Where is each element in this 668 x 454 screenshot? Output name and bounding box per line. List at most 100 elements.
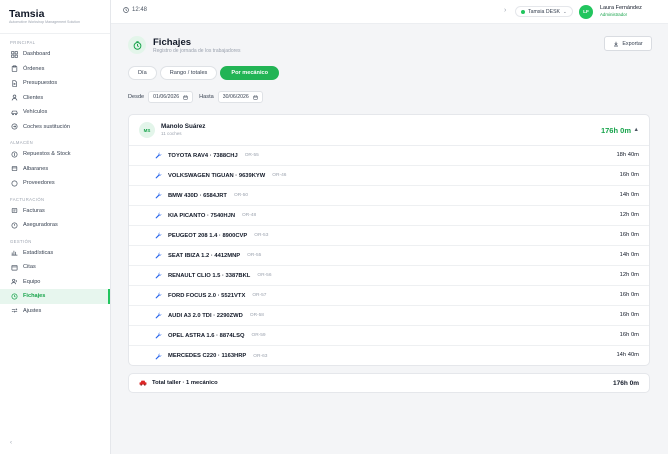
vehicle-name: TOYOTA RAV4 · 7388CHJ — [168, 152, 238, 159]
order-number: OR-55 — [244, 153, 259, 158]
tab-rango-totales[interactable]: Rango / totales — [159, 66, 218, 80]
sidebar-item-label: Dashboard — [23, 51, 51, 58]
sidebar-item-estadísticas[interactable]: Estadísticas — [0, 246, 110, 261]
vehicle-hours: 14h 0m — [619, 252, 639, 258]
sidebar-item-fichajes[interactable]: Fichajes — [0, 289, 110, 304]
sidebar-section-label: ALMACÉN — [10, 140, 34, 145]
vehicle-name: BMW 430D · 6584JRT — [168, 192, 227, 199]
vehicle-row[interactable]: TOYOTA RAV4 · 7388CHJ OR-55 18h 40m — [129, 146, 649, 166]
sidebar-item-label: Estadísticas — [23, 249, 54, 256]
vehicle-name: VOLKSWAGEN TIGUAN · 9639KYW — [168, 172, 266, 179]
fichajes-icon — [128, 36, 146, 54]
export-label: Exportar — [622, 40, 643, 47]
order-number: OR-57 — [252, 293, 267, 298]
brand: Tamsia Automotive Workshop Management So… — [0, 0, 110, 31]
calendar-icon — [183, 94, 188, 100]
vehicle-name: AUDI A3 2.0 TDI · 2290ZWD — [168, 312, 243, 319]
truck-icon — [10, 179, 18, 187]
sidebar-item-label: Órdenes — [23, 65, 45, 72]
view-tabs: Día Rango / totales Por mecánico — [128, 66, 282, 80]
sidebar-item-clientes[interactable]: Clientes — [0, 91, 110, 106]
chevron-up-icon[interactable]: ▲ — [634, 127, 639, 133]
vehicle-row[interactable]: BMW 430D · 6584JRT OR-50 14h 0m — [129, 186, 649, 206]
mechanic-name: Manolo Suárez — [161, 123, 206, 130]
avatar[interactable]: LF — [579, 5, 593, 19]
sidebar-item-label: Aseguradoras — [23, 222, 58, 229]
vehicle-name: SEAT IBIZA 1.2 · 4412MNP — [168, 252, 241, 259]
sidebar-item-label: Albaranes — [23, 165, 49, 172]
vehicle-hours: 12h 0m — [619, 212, 639, 218]
sidebar-item-ajustes[interactable]: Ajustes — [0, 304, 110, 319]
user-role: Administrador — [600, 12, 628, 17]
user-info[interactable]: Laura Fernández Administrador — [600, 5, 642, 18]
order-number: OR-53 — [254, 233, 269, 238]
download-icon — [614, 41, 619, 46]
sidebar-item-albaranes[interactable]: Albaranes — [0, 162, 110, 177]
tab-por-mecanico[interactable]: Por mecánico — [220, 66, 280, 80]
vehicle-row[interactable]: MERCEDES C220 · 1163HRP OR-63 14h 40m — [129, 346, 649, 365]
vehicle-row[interactable]: OPEL ASTRA 1.6 · 8874LSQ OR-59 16h 0m — [129, 326, 649, 346]
to-date-field[interactable]: 30/06/2026 — [217, 91, 263, 103]
sidebar-item-repuestos-stock[interactable]: Repuestos & Stock — [0, 147, 110, 162]
vehicle-row[interactable]: AUDI A3 2.0 TDI · 2290ZWD OR-58 16h 0m — [129, 306, 649, 326]
export-button[interactable]: Exportar — [604, 36, 652, 51]
sidebar-item-dashboard[interactable]: Dashboard — [0, 47, 110, 62]
shield-icon — [10, 221, 18, 229]
tab-dia[interactable]: Día — [128, 66, 157, 80]
vehicle-name: OPEL ASTRA 1.6 · 8874LSQ — [168, 332, 245, 339]
sidebar-item-label: Proveedores — [23, 180, 55, 187]
user-name: Laura Fernández — [600, 5, 642, 11]
chevron-right-icon[interactable]: › — [504, 7, 506, 14]
clock: 12:48 — [123, 7, 147, 13]
sidebar-item-label: Coches sustitución — [23, 123, 70, 130]
swap-icon — [10, 123, 18, 131]
vehicle-row[interactable]: SEAT IBIZA 1.2 · 4412MNP OR-55 14h 0m — [129, 246, 649, 266]
vehicle-row[interactable]: KIA PICANTO · 7540HJN OR-48 12h 0m — [129, 206, 649, 226]
sidebar-item-equipo[interactable]: Equipo — [0, 275, 110, 290]
vehicle-name: KIA PICANTO · 7540HJN — [168, 212, 236, 219]
sidebar-item-label: Vehículos — [23, 109, 48, 116]
sidebar-item-órdenes[interactable]: Órdenes — [0, 62, 110, 77]
vehicle-row[interactable]: RENAULT CLIO 1.5 · 3387BKL OR-56 12h 0m — [129, 266, 649, 286]
settings-icon — [10, 307, 18, 315]
to-date-value: 30/06/2026 — [222, 94, 249, 100]
order-number: OR-55 — [247, 253, 262, 258]
mechanic-avatar: MS — [139, 122, 155, 138]
vehicle-hours: 14h 0m — [619, 192, 639, 198]
mechanic-header[interactable]: MS Manolo Suárez 11 coches 176h 0m ▲ — [129, 115, 649, 146]
receipt-icon — [10, 165, 18, 173]
sidebar-item-citas[interactable]: Citas — [0, 260, 110, 275]
brand-name: Tamsia — [9, 8, 45, 20]
sidebar-item-label: Facturas — [23, 207, 45, 214]
sidebar-item-proveedores[interactable]: Proveedores — [0, 176, 110, 191]
sidebar-item-presupuestos[interactable]: Presupuestos — [0, 76, 110, 91]
vehicle-row[interactable]: VOLKSWAGEN TIGUAN · 9639KYW OR-46 16h 0m — [129, 166, 649, 186]
sidebar-item-facturas[interactable]: Facturas — [0, 204, 110, 219]
total-value: 176h 0m — [612, 380, 639, 387]
sidebar-item-label: Citas — [23, 264, 36, 271]
collapse-sidebar-button[interactable]: ‹ — [10, 440, 12, 446]
wrench-icon — [155, 252, 162, 259]
sidebar-item-label: Presupuestos — [23, 80, 58, 87]
sidebar-item-aseguradoras[interactable]: Aseguradoras — [0, 218, 110, 233]
workspace-selector[interactable]: Tamsia DESK ⌄ — [515, 6, 573, 17]
vehicle-row[interactable]: FORD FOCUS 2.0 · 5521VTX OR-57 16h 0m — [129, 286, 649, 306]
order-number: OR-46 — [272, 173, 287, 178]
from-date-field[interactable]: 01/06/2026 — [148, 91, 194, 103]
sidebar-item-coches-sustitución[interactable]: Coches sustitución — [0, 120, 110, 135]
vehicle-row[interactable]: PEUGEOT 208 1.4 · 8900CVP OR-53 16h 0m — [129, 226, 649, 246]
team-icon — [10, 278, 18, 286]
vehicle-hours: 14h 40m — [616, 352, 639, 358]
sidebar-item-label: Ajustes — [23, 307, 42, 314]
calendar-icon — [253, 94, 258, 100]
sidebar-item-vehículos[interactable]: Vehículos — [0, 105, 110, 120]
vehicle-name: MERCEDES C220 · 1163HRP — [168, 353, 247, 359]
current-time: 12:48 — [132, 7, 148, 13]
car-icon — [139, 379, 147, 387]
sidebar-item-label: Repuestos & Stock — [23, 151, 71, 158]
sidebar-nav: PRINCIPAL Dashboard Órdenes Presupuestos Cli… — [0, 38, 110, 318]
document-icon — [10, 79, 18, 87]
order-number: OR-56 — [257, 273, 272, 278]
order-number: OR-59 — [251, 333, 266, 338]
car-icon — [10, 108, 18, 116]
